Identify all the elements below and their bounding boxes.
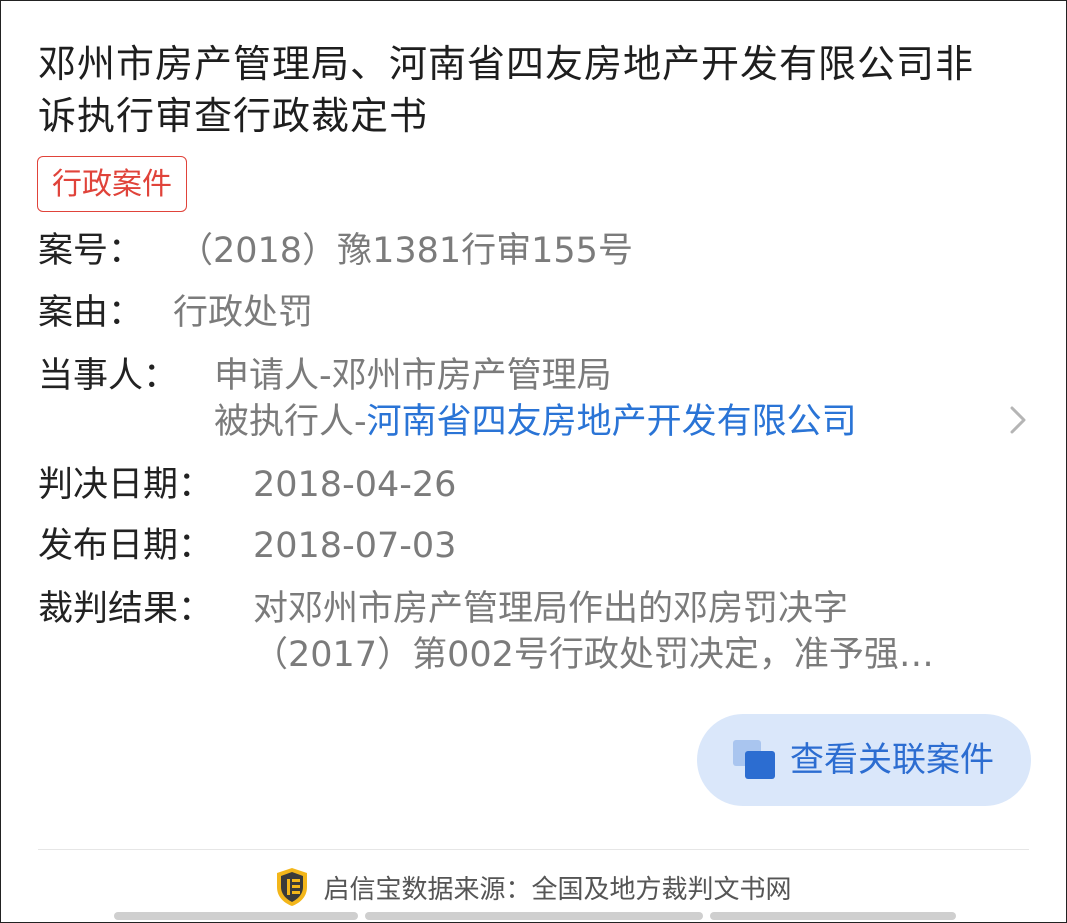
parties-label: 当事人：: [38, 356, 179, 396]
view-related-cases-label: 查看关联案件: [790, 740, 994, 780]
publish-date-label: 发布日期：: [38, 526, 214, 566]
case-cause-value: 行政处罚: [173, 293, 314, 333]
document-title[interactable]: 邓州市房产管理局、河南省四友房地产开发有限公司非诉执行审查行政裁定书: [38, 38, 998, 142]
view-related-cases-button[interactable]: 查看关联案件: [697, 714, 1031, 806]
respondent-company-link[interactable]: 河南省四友房地产开发有限公司: [367, 402, 857, 442]
respondent-line: 被执行人-河南省四友房地产开发有限公司: [214, 399, 857, 445]
judgment-date-value: 2018-04-26: [253, 465, 457, 505]
scrollbar-segment[interactable]: [114, 912, 358, 920]
publish-date-value: 2018-07-03: [253, 526, 457, 566]
case-type-badge: 行政案件: [37, 156, 187, 212]
chevron-right-icon[interactable]: [1000, 402, 1036, 438]
scrollbar-segment[interactable]: [710, 912, 956, 920]
scrollbar-segment[interactable]: [365, 912, 703, 920]
case-number-value: （2018）豫1381行审155号: [178, 231, 633, 271]
case-cause-label: 案由：: [38, 293, 144, 333]
bottom-scrollbar[interactable]: [0, 912, 1067, 920]
data-source-text: 启信宝数据来源：全国及地方裁判文书网: [323, 874, 792, 905]
result-line-2: （2017）第002号行政处罚决定，准予强…: [253, 635, 934, 675]
qixinbao-shield-icon: [277, 868, 308, 906]
respondent-prefix: 被执行人-: [214, 402, 367, 442]
applicant-value: 申请人-邓州市房产管理局: [214, 356, 612, 396]
data-source-footer: 启信宝数据来源：全国及地方裁判文书网: [0, 863, 1067, 911]
case-number-label: 案号：: [38, 231, 144, 271]
judgment-date-label: 判决日期：: [38, 465, 214, 505]
footer-divider: [38, 849, 1029, 850]
stacked-squares-icon: [733, 740, 775, 779]
result-label: 裁判结果：: [38, 589, 214, 629]
result-line-1: 对邓州市房产管理局作出的邓房罚决字: [253, 589, 849, 629]
